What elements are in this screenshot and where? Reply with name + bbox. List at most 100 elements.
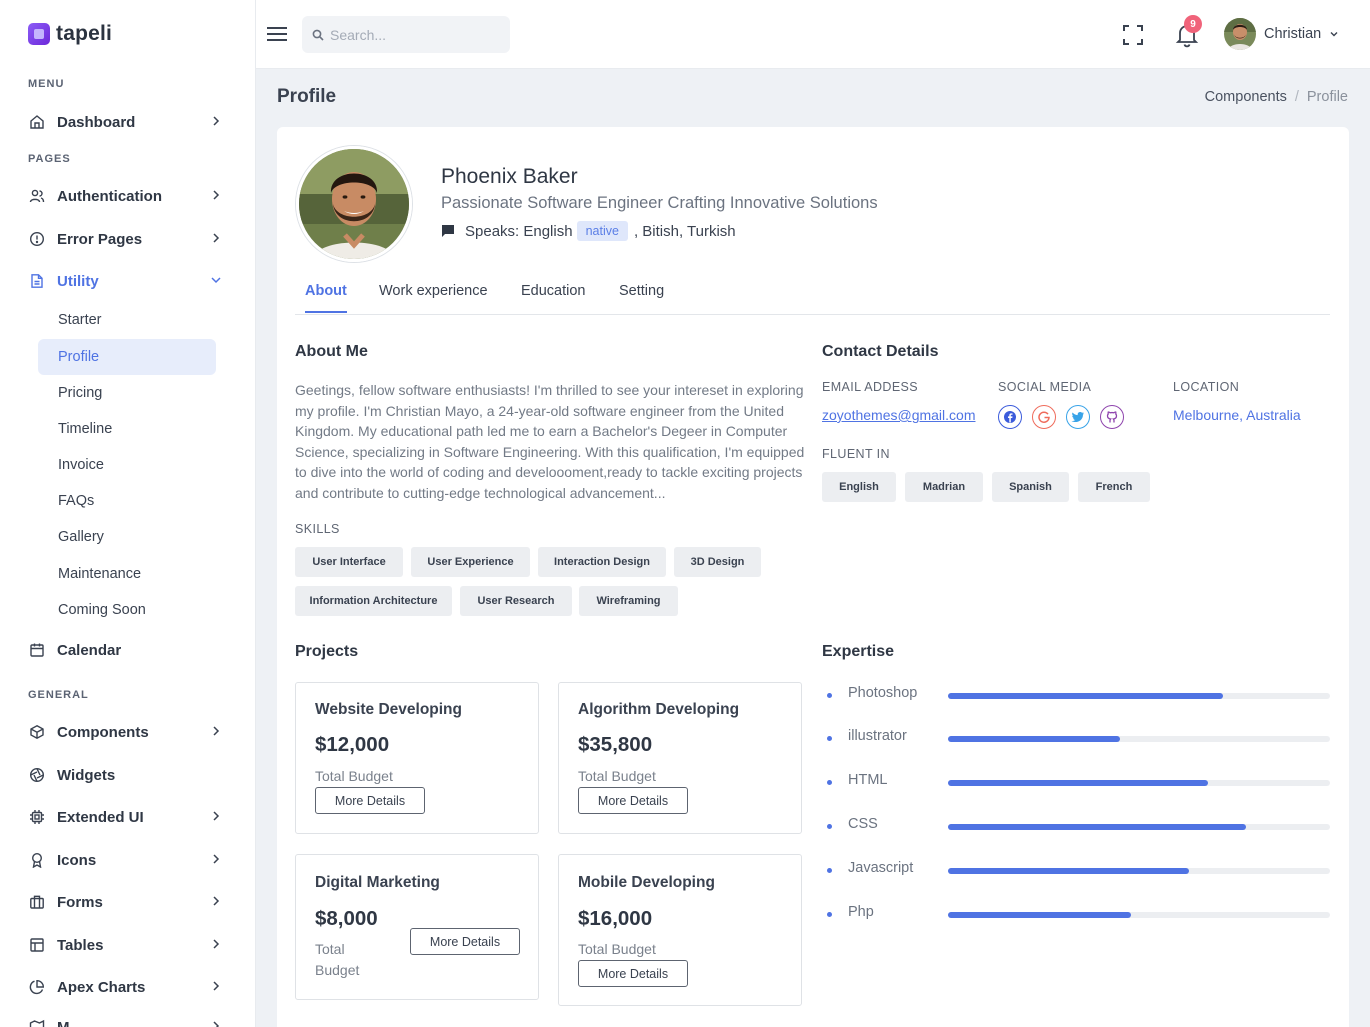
expertise-name: Php [848,904,874,920]
progress-fill [948,693,1224,699]
sidebar: tapeli MENU Dashboard PAGES Authenticati… [0,0,256,1027]
github-icon[interactable] [1100,405,1124,429]
skill-chip: Interaction Design [538,547,666,577]
project-title: Algorithm Developing [578,701,740,718]
sidebar-subitem-pricing[interactable]: Pricing [38,375,216,411]
skill-chip: User Research [460,586,572,616]
profile-avatar [296,146,412,262]
project-amount: $35,800 [578,733,653,756]
profile-card: Phoenix Baker Passionate Software Engine… [277,127,1349,1027]
sidebar-item-widgets[interactable]: Widgets [28,760,228,790]
sidebar-item-utility[interactable]: Utility [28,266,228,296]
google-icon[interactable] [1032,405,1056,429]
profile-tabs: About Work experience Education Setting [295,273,1330,315]
more-details-button[interactable]: More Details [578,960,688,987]
message-icon [442,225,454,237]
progress-track [948,868,1330,874]
project-amount: $8,000 [315,907,378,930]
tab-setting[interactable]: Setting [619,283,664,311]
sidebar-item-label: Dashboard [57,113,136,131]
email-link[interactable]: zoyothemes@gmail.com [822,407,976,423]
sidebar-subitem-starter[interactable]: Starter [38,302,216,338]
expertise-row: Javascript [822,860,1330,880]
expertise-name: Photoshop [848,685,918,701]
chevron-right-icon [213,233,220,243]
sidebar-item-components[interactable]: Components [28,717,228,747]
bullet-icon [827,693,832,698]
sidebar-subitem-maintenance[interactable]: Maintenance [38,556,216,592]
sidebar-item-tables[interactable]: Tables [28,930,228,960]
location-label: LOCATION [1173,380,1240,394]
chevron-down-icon [211,277,221,284]
project-card: Mobile Developing $16,000 Total Budget M… [558,854,802,1006]
breadcrumb: Components / Profile [1205,89,1348,105]
menu-icon[interactable] [266,24,288,44]
sidebar-subitem-gallery[interactable]: Gallery [38,519,216,555]
sidebar-item-authentication[interactable]: Authentication [28,181,228,211]
sidebar-subitem-timeline[interactable]: Timeline [38,411,216,447]
sidebar-item-calendar[interactable]: Calendar [28,635,228,665]
user-name: Christian [1264,26,1322,42]
bullet-icon [827,736,832,741]
tab-work-experience[interactable]: Work experience [379,283,488,311]
sidebar-subitem-profile[interactable]: Profile [38,339,216,375]
location-value[interactable]: Melbourne, Australia [1173,407,1301,423]
expertise-row: HTML [822,772,1330,792]
profile-languages: Speaks: English native , Bitish, Turkish [441,221,736,241]
sidebar-item-forms[interactable]: Forms [28,887,228,917]
fullscreen-icon[interactable] [1122,24,1144,46]
project-card: Algorithm Developing $35,800 Total Budge… [558,682,802,834]
expertise-title: Expertise [822,643,895,660]
sidebar-item-apex-charts[interactable]: Apex Charts [28,972,228,1002]
sidebar-item-icons[interactable]: Icons [28,845,228,875]
tab-education[interactable]: Education [521,283,586,311]
expertise-name: illustrator [848,728,907,744]
sidebar-item-error-pages[interactable]: Error Pages [28,224,228,254]
progress-track [948,736,1330,742]
breadcrumb-link[interactable]: Components [1205,89,1287,105]
project-title: Website Developing [315,701,462,718]
user-menu[interactable]: Christian [1224,18,1339,50]
project-amount: $16,000 [578,907,653,930]
search-box[interactable] [302,16,510,53]
more-details-button[interactable]: More Details [315,787,425,814]
sidebar-item-dashboard[interactable]: Dashboard [28,107,228,137]
project-title: Mobile Developing [578,874,715,891]
progress-fill [948,912,1132,918]
brand-logo[interactable]: tapeli [28,22,112,46]
tab-about[interactable]: About [305,283,347,313]
logo-icon [28,23,50,45]
cpu-icon [28,808,46,826]
bullet-icon [827,868,832,873]
skill-chip: User Interface [295,547,403,577]
search-icon [312,29,324,41]
sidebar-item-extended-ui[interactable]: Extended UI [28,802,228,832]
email-label: EMAIL ADDESS [822,380,919,394]
chevron-right-icon [213,190,220,200]
sidebar-item-label: Forms [57,893,103,911]
topbar: 9 Christian [256,0,1370,69]
sidebar-item-maps[interactable]: M [28,1012,228,1027]
sidebar-subitem-invoice[interactable]: Invoice [38,447,216,483]
expertise-row: CSS [822,816,1330,836]
box-icon [28,723,46,741]
map-icon [28,1018,46,1027]
alert-circle-icon [28,230,46,248]
users-icon [28,187,46,205]
facebook-icon[interactable] [998,405,1022,429]
twitter-icon[interactable] [1066,405,1090,429]
search-input[interactable] [330,26,500,43]
contact-title: Contact Details [822,343,939,360]
sidebar-subitem-coming-soon[interactable]: Coming Soon [38,592,216,628]
progress-track [948,693,1330,699]
project-title: Digital Marketing [315,874,440,891]
bullet-icon [827,912,832,917]
sidebar-item-label: Utility [57,272,99,290]
sidebar-item-label: Icons [57,851,97,869]
chevron-right-icon [213,116,220,126]
sidebar-subitem-faqs[interactable]: FAQs [38,483,216,519]
progress-fill [948,780,1208,786]
sidebar-item-label: Components [57,723,149,741]
more-details-button[interactable]: More Details [410,928,520,955]
more-details-button[interactable]: More Details [578,787,688,814]
